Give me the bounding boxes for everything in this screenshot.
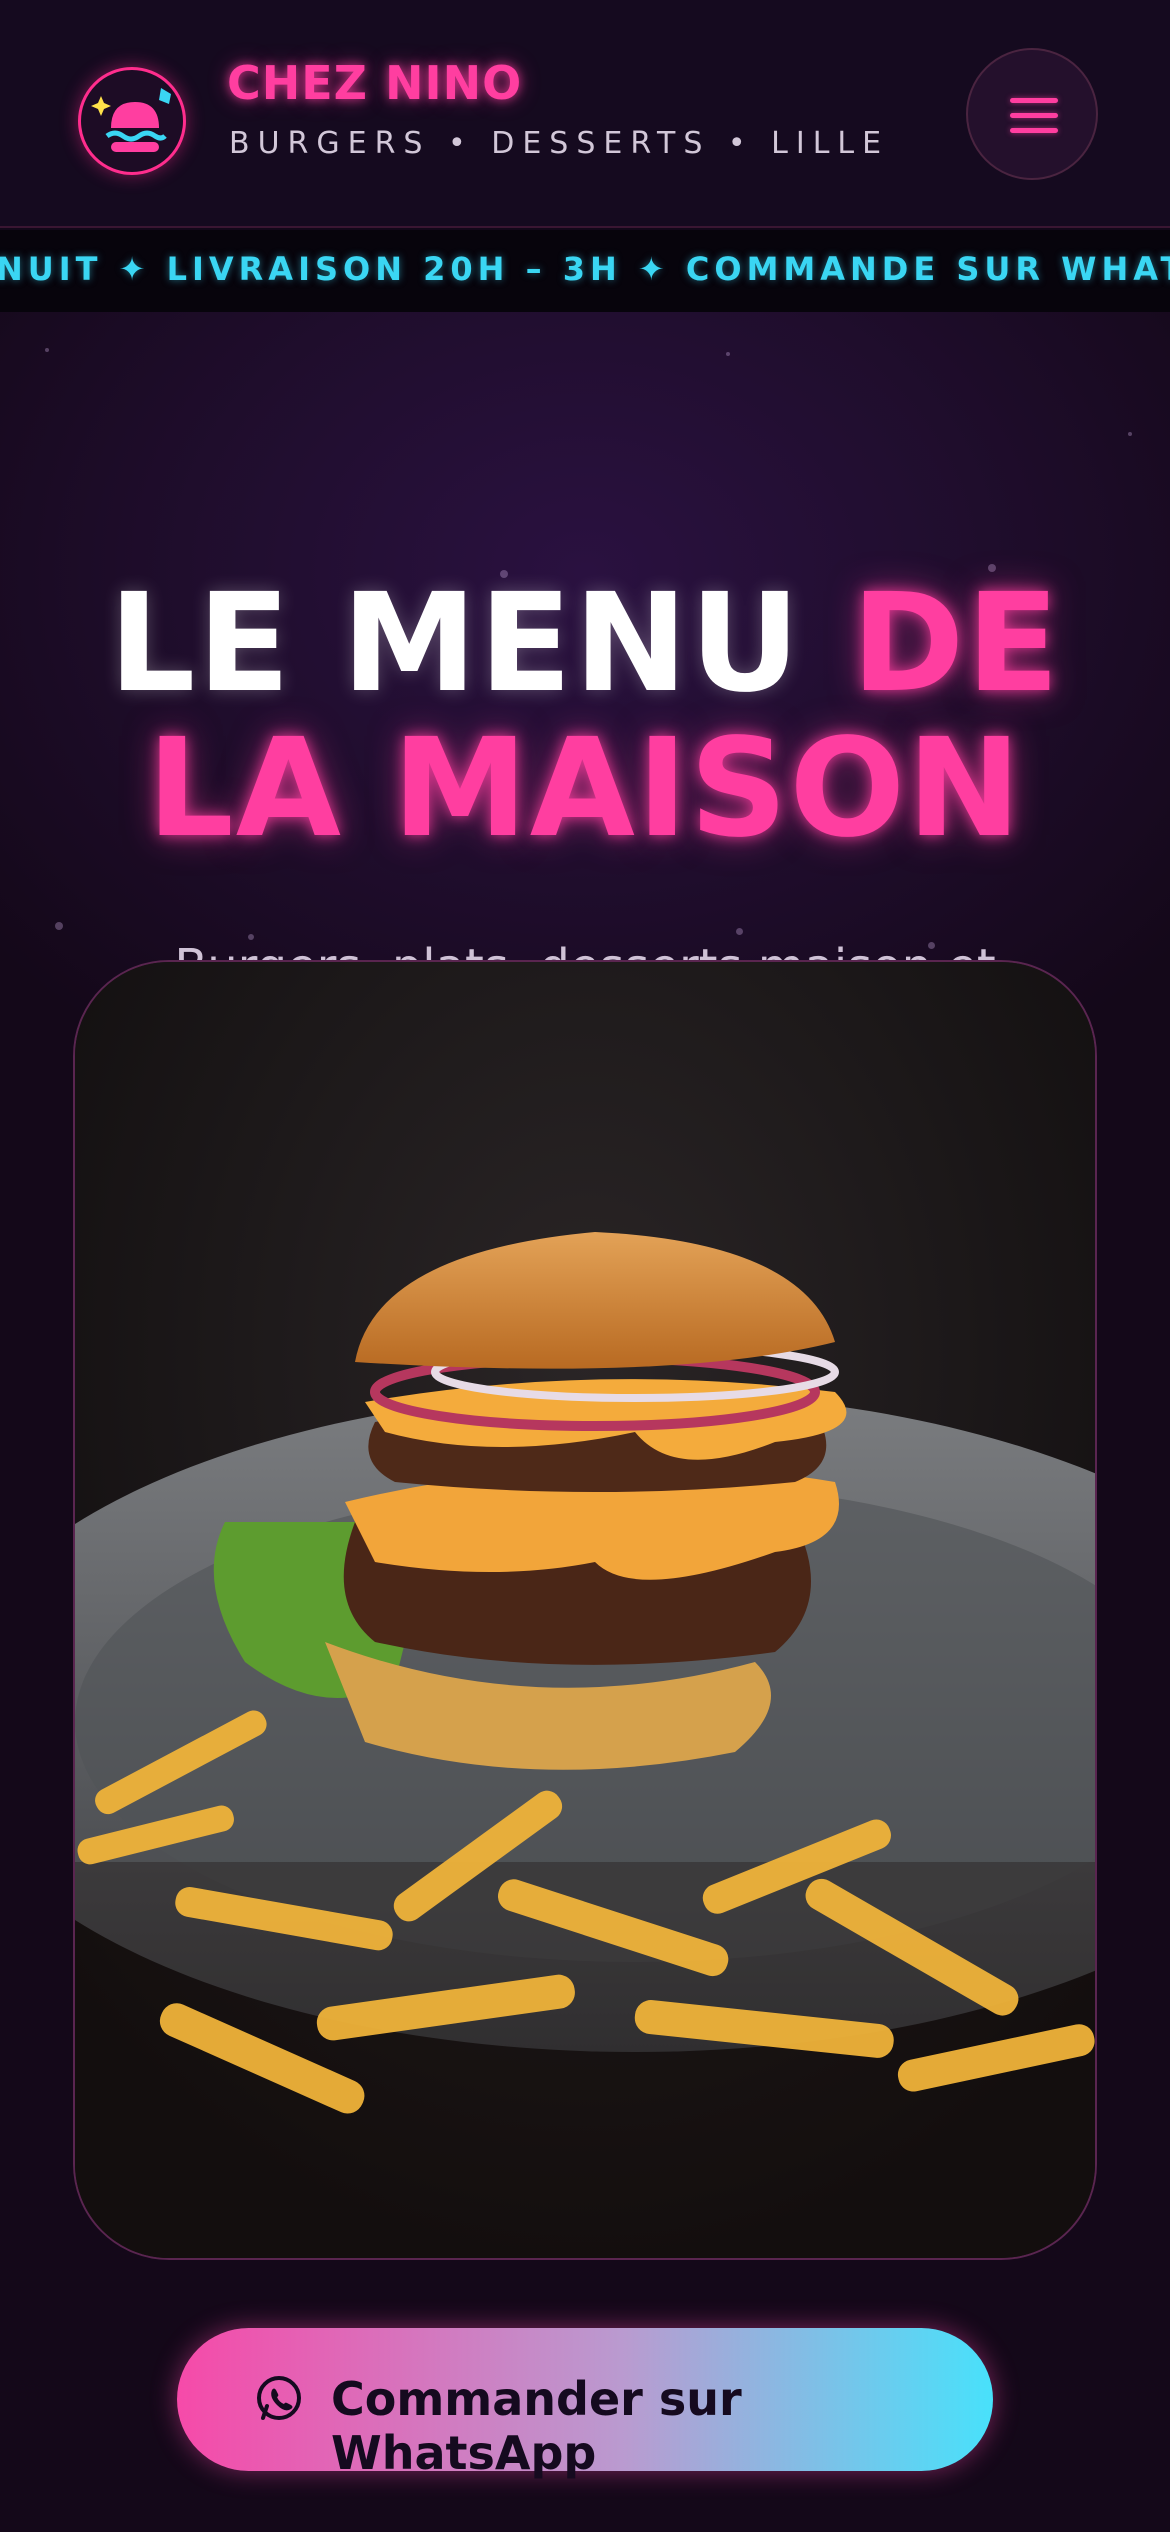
ticker-text: NUIT ✦ LIVRAISON 20H – 3H ✦ COMMANDE SUR…	[0, 250, 1170, 288]
title-second-line: LA MAISON	[147, 710, 1023, 868]
hamburger-menu-icon-line-3	[1010, 128, 1058, 133]
menu-button[interactable]	[966, 48, 1098, 180]
page-title: LE MENU DE LA MAISON	[0, 572, 1170, 862]
brand-name: CHEZ NINO	[227, 56, 523, 110]
burger-photo	[73, 960, 1097, 2260]
burger-logo-icon[interactable]	[78, 67, 186, 175]
star-dot	[55, 922, 63, 930]
whatsapp-icon	[257, 2376, 301, 2420]
hamburger-menu-icon	[1010, 98, 1058, 103]
order-whatsapp-label: Commander sur WhatsApp	[331, 2372, 742, 2480]
brand-tagline: BURGERS • DESSERTS • LILLE	[229, 126, 890, 161]
site-header: CHEZ NINO BURGERS • DESSERTS • LILLE	[0, 0, 1170, 228]
title-white-part: LE MENU	[108, 565, 852, 723]
title-pink-part: DE	[851, 565, 1062, 723]
announcement-ticker: NUIT ✦ LIVRAISON 20H – 3H ✦ COMMANDE SUR…	[0, 230, 1170, 312]
order-whatsapp-button[interactable]: Commander sur WhatsApp	[177, 2328, 993, 2480]
star-dot	[726, 352, 730, 356]
hamburger-menu-icon-line-2	[1010, 113, 1058, 118]
star-dot	[45, 348, 49, 352]
star-dot	[1128, 432, 1132, 436]
